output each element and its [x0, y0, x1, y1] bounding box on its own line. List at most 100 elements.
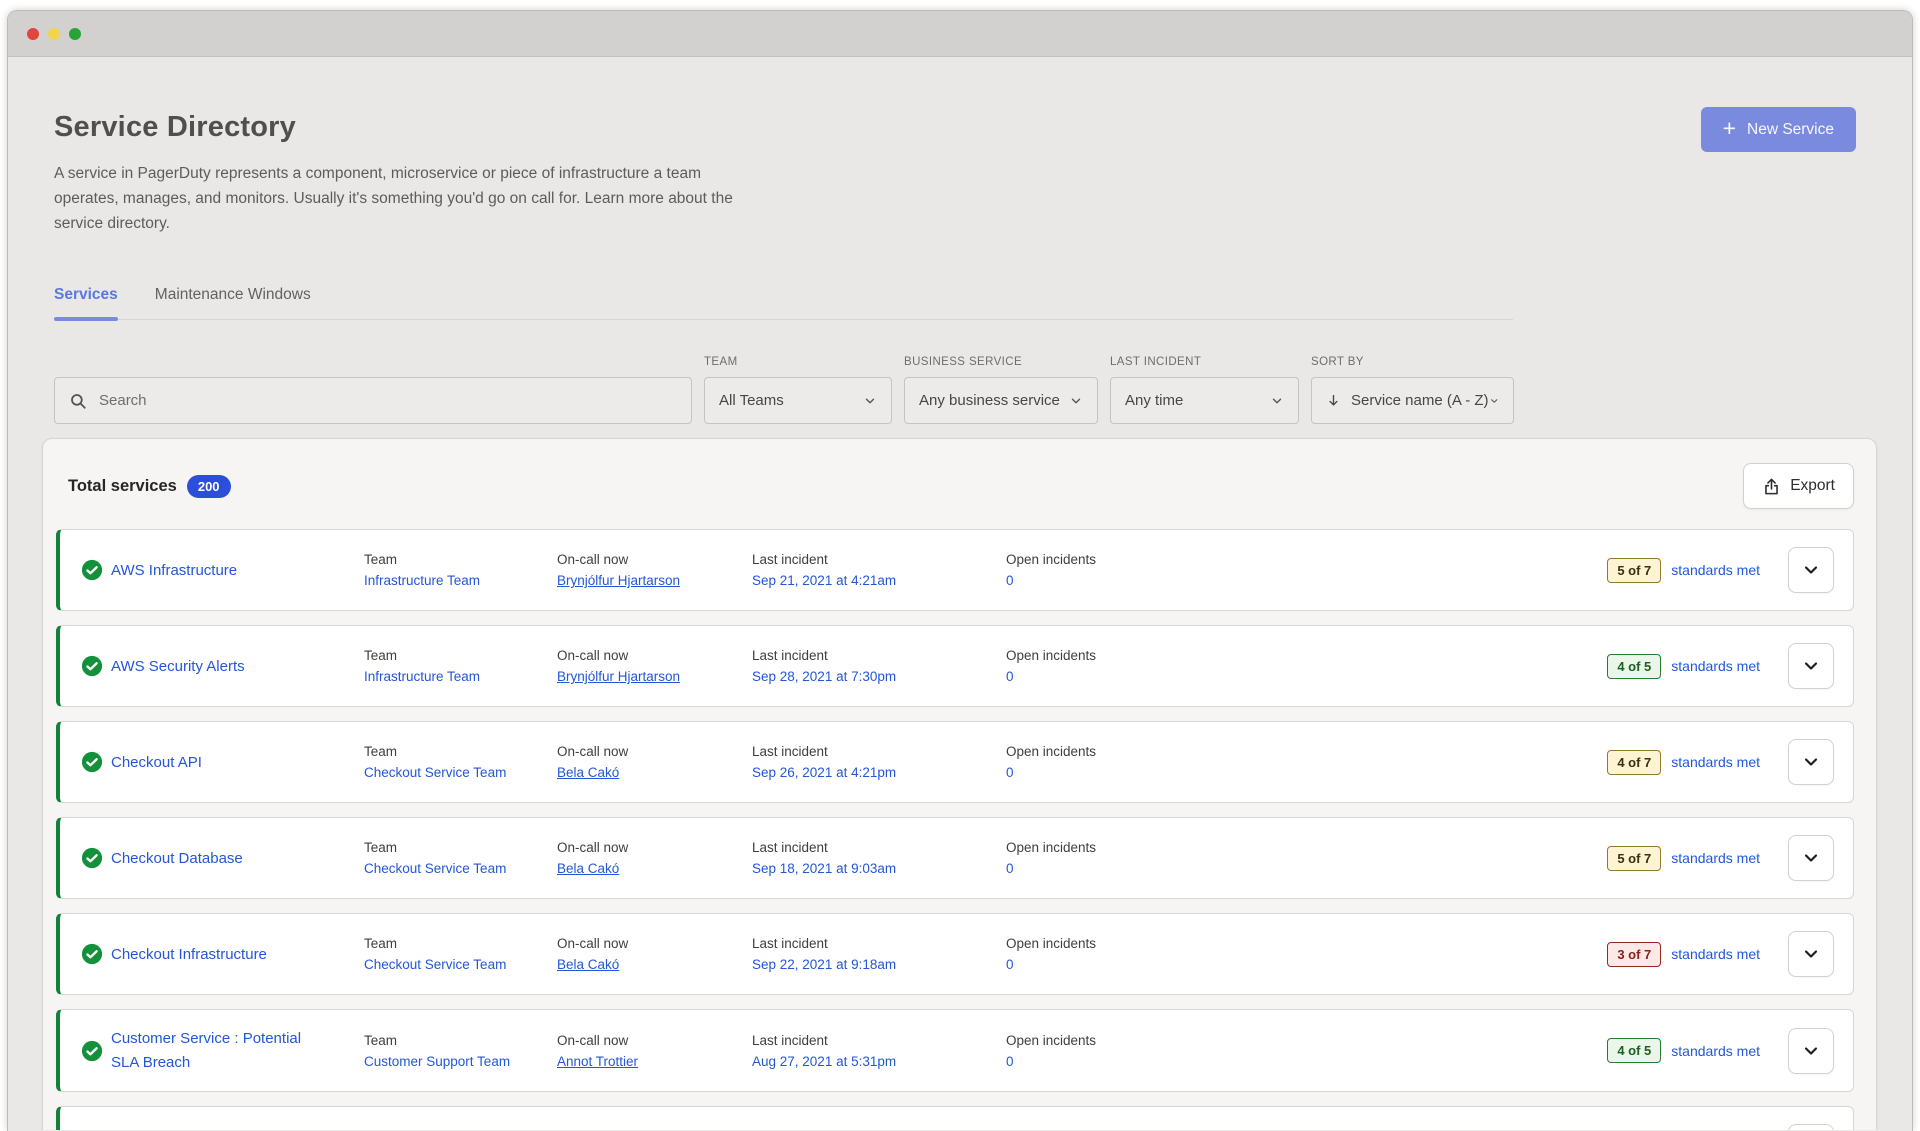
on-call-column: On-call now Bela Cakó — [557, 840, 752, 876]
new-service-button[interactable]: + New Service — [1701, 107, 1856, 152]
chevron-down-icon — [1270, 394, 1284, 408]
service-name-link[interactable]: Checkout Database — [111, 847, 364, 870]
service-name-link[interactable]: Checkout Infrastructure — [111, 943, 364, 966]
expand-row-button[interactable] — [1788, 739, 1834, 785]
standards-met-link[interactable]: standards met — [1671, 946, 1760, 962]
on-call-user-link[interactable]: Annot Trottier — [557, 1054, 752, 1069]
service-name-link[interactable]: Checkout API — [111, 751, 364, 774]
open-incidents-link[interactable]: 0 — [1006, 861, 1595, 876]
search-input[interactable] — [97, 391, 677, 410]
service-row: Checkout Database Team Checkout Service … — [56, 817, 1854, 899]
team-label: Team — [364, 1033, 557, 1048]
last-incident-column: Last incident Sep 28, 2021 at 7:30pm — [752, 648, 1006, 684]
team-column: Team Customer Support Team — [364, 1033, 557, 1069]
open-incidents-column: Open incidents 0 — [1006, 1033, 1595, 1069]
on-call-user-link[interactable]: Bela Cakó — [557, 765, 752, 780]
expand-row-button[interactable] — [1788, 835, 1834, 881]
standards-group: 4 of 5 standards met — [1607, 654, 1760, 679]
last-incident-link[interactable]: Sep 28, 2021 at 7:30pm — [752, 669, 1006, 684]
open-incidents-link[interactable]: 0 — [1006, 1054, 1595, 1069]
tab-services[interactable]: Services — [54, 286, 118, 319]
on-call-user-link[interactable]: Bela Cakó — [557, 957, 752, 972]
team-filter-value: All Teams — [719, 392, 784, 409]
on-call-label: On-call now — [557, 648, 752, 663]
last-incident-column: Last incident Sep 22, 2021 at 9:18am — [752, 936, 1006, 972]
status-ok-icon — [81, 847, 103, 869]
standards-met-link[interactable]: standards met — [1671, 1043, 1760, 1059]
on-call-user-link[interactable]: Brynjólfur Hjartarson — [557, 669, 752, 684]
expand-row-button[interactable] — [1788, 1028, 1834, 1074]
chevron-down-icon — [1801, 848, 1821, 868]
standards-group: 4 of 5 standards met — [1607, 1038, 1760, 1063]
expand-row-button[interactable] — [1788, 547, 1834, 593]
export-button[interactable]: Export — [1743, 463, 1854, 509]
chevron-down-icon — [863, 394, 877, 408]
on-call-column: On-call now Annot Trottier — [557, 1033, 752, 1069]
last-incident-link[interactable]: Sep 18, 2021 at 9:03am — [752, 861, 1006, 876]
last-incident-link[interactable]: Sep 26, 2021 at 4:21pm — [752, 765, 1006, 780]
team-column: Team Checkout Service Team — [364, 840, 557, 876]
open-incidents-link[interactable]: 0 — [1006, 765, 1595, 780]
sort-by-dropdown[interactable]: Service name (A - Z) — [1311, 377, 1514, 424]
open-incidents-label: Open incidents — [1006, 1033, 1595, 1048]
open-incidents-column: Open incidents 0 — [1006, 552, 1595, 588]
service-row: Customer Service : Potential SLA Breach … — [56, 1009, 1854, 1092]
open-incidents-label: Open incidents — [1006, 648, 1595, 663]
expand-row-button[interactable] — [1788, 643, 1834, 689]
sort-by-label: SORT BY — [1311, 356, 1514, 368]
business-service-filter-label: BUSINESS SERVICE — [904, 356, 1098, 368]
standards-met-link[interactable]: standards met — [1671, 754, 1760, 770]
status-ok-icon — [81, 1040, 103, 1062]
on-call-column: On-call now Bela Cakó — [557, 744, 752, 780]
team-filter-dropdown[interactable]: All Teams — [704, 377, 892, 424]
services-panel: Total services 200 Export AWS Infrastruc… — [42, 438, 1877, 1130]
standards-met-link[interactable]: standards met — [1671, 850, 1760, 866]
expand-row-button[interactable] — [1788, 931, 1834, 977]
team-column: Team Checkout Service Team — [364, 936, 557, 972]
open-incidents-column: Open incidents 0 — [1006, 936, 1595, 972]
standards-badge: 4 of 5 — [1607, 1038, 1661, 1063]
open-incidents-link[interactable]: 0 — [1006, 957, 1595, 972]
last-incident-filter-dropdown[interactable]: Any time — [1110, 377, 1299, 424]
tab-maintenance-windows[interactable]: Maintenance Windows — [155, 286, 311, 319]
team-link[interactable]: Checkout Service Team — [364, 765, 557, 780]
last-incident-link[interactable]: Sep 22, 2021 at 9:18am — [752, 957, 1006, 972]
business-service-filter-dropdown[interactable]: Any business service — [904, 377, 1098, 424]
window-titlebar — [8, 11, 1912, 57]
last-incident-filter-label: LAST INCIDENT — [1110, 356, 1299, 368]
on-call-label: On-call now — [557, 744, 752, 759]
zoom-button[interactable] — [69, 28, 81, 40]
team-column: Team Customer Support Team — [364, 1129, 557, 1130]
expand-row-button[interactable] — [1788, 1124, 1834, 1130]
team-link[interactable]: Checkout Service Team — [364, 861, 557, 876]
open-incidents-link[interactable]: 0 — [1006, 669, 1595, 684]
close-button[interactable] — [27, 28, 39, 40]
service-name-link[interactable]: AWS Infrastructure — [111, 559, 364, 582]
page-title: Service Directory — [54, 111, 1912, 144]
open-incidents-link[interactable]: 0 — [1006, 573, 1595, 588]
last-incident-link[interactable]: Sep 21, 2021 at 4:21am — [752, 573, 1006, 588]
search-field[interactable] — [54, 377, 692, 424]
last-incident-column: Last incident Sep 28, 2021 at 2:00am — [752, 1129, 1006, 1130]
last-incident-column: Last incident Aug 27, 2021 at 5:31pm — [752, 1033, 1006, 1069]
last-incident-label: Last incident — [752, 744, 1006, 759]
tab-bar: Services Maintenance Windows — [54, 286, 1513, 320]
app-window: Service Directory A service in PagerDuty… — [7, 10, 1913, 1131]
service-name-link[interactable]: AWS Security Alerts — [111, 655, 364, 678]
minimize-button[interactable] — [48, 28, 60, 40]
standards-met-link[interactable]: standards met — [1671, 658, 1760, 674]
business-service-filter-value: Any business service — [919, 392, 1060, 409]
on-call-user-link[interactable]: Bela Cakó — [557, 861, 752, 876]
last-incident-link[interactable]: Aug 27, 2021 at 5:31pm — [752, 1054, 1006, 1069]
status-ok-icon — [81, 943, 103, 965]
status-ok-icon — [81, 559, 103, 581]
team-link[interactable]: Infrastructure Team — [364, 669, 557, 684]
service-name-link[interactable]: Customer Service : Potential SLA Breach — [111, 1027, 364, 1074]
team-link[interactable]: Infrastructure Team — [364, 573, 557, 588]
on-call-user-link[interactable]: Brynjólfur Hjartarson — [557, 573, 752, 588]
standards-badge: 4 of 7 — [1607, 750, 1661, 775]
team-link[interactable]: Customer Support Team — [364, 1054, 557, 1069]
team-link[interactable]: Checkout Service Team — [364, 957, 557, 972]
open-incidents-column: Open incidents 0 — [1006, 744, 1595, 780]
standards-met-link[interactable]: standards met — [1671, 562, 1760, 578]
